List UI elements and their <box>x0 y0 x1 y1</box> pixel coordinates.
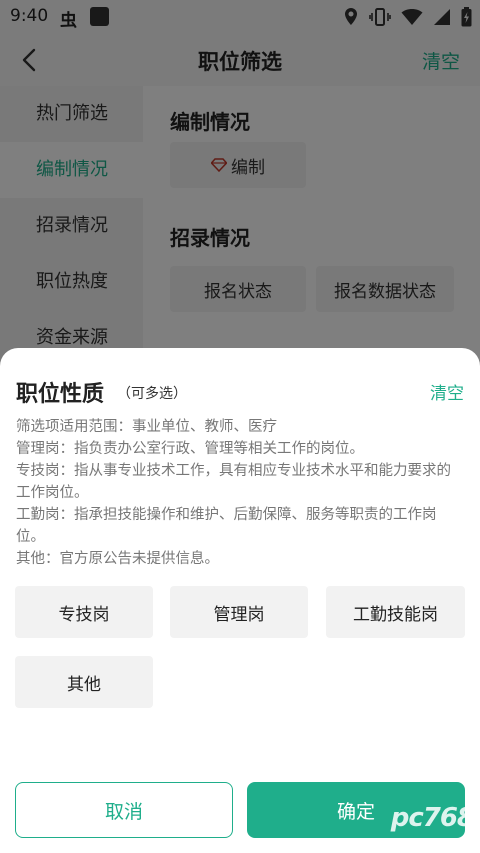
description-management: 管理岗：指负责办公室行政、管理等相关工作的岗位。 <box>16 441 364 457</box>
sheet-title: 职位性质 <box>16 382 105 407</box>
cancel-button[interactable]: 取消 <box>15 782 233 838</box>
option-technical-post[interactable]: 专技岗 <box>15 586 153 638</box>
description-scope: 筛选项适用范围：事业单位、教师、医疗 <box>16 419 277 435</box>
sheet-clear-button[interactable]: 清空 <box>430 379 464 404</box>
description-service: 工勤岗：指承担技能操作和维护、后勤保障、服务等职责的工作岗位。 <box>16 507 437 545</box>
sheet-subtitle: （可多选） <box>117 386 187 402</box>
description-other: 其他：官方原公告未提供信息。 <box>16 551 219 567</box>
option-management-post[interactable]: 管理岗 <box>170 586 308 638</box>
description-technical: 专技岗：指从事专业技术工作，具有相应专业技术水平和能力要求的工作岗位。 <box>16 463 451 501</box>
option-service-skill-post[interactable]: 工勤技能岗 <box>326 586 465 638</box>
option-other[interactable]: 其他 <box>15 656 153 708</box>
watermark-logo: pc768 <box>390 803 475 833</box>
position-nature-sheet: 职位性质 （可多选） 清空 筛选项适用范围：事业单位、教师、医疗 管理岗：指负责… <box>0 348 480 853</box>
